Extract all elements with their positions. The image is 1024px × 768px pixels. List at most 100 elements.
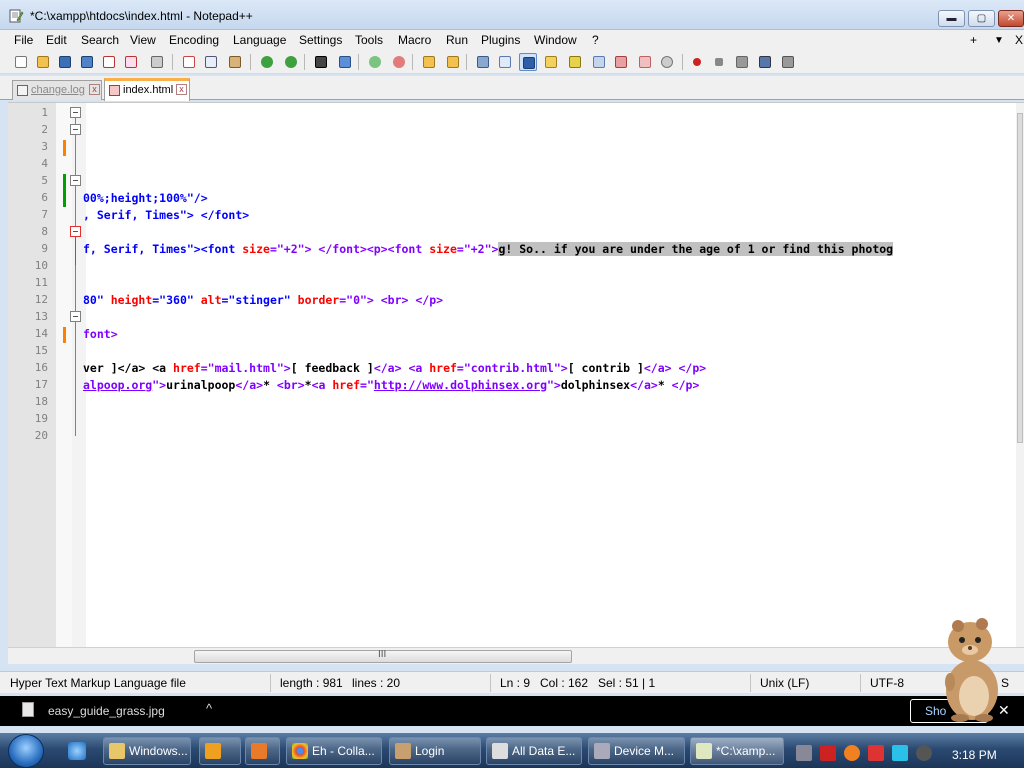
menu-encoding[interactable]: Encoding	[169, 33, 219, 47]
taskbar-button-chrome[interactable]: Eh - Colla...	[286, 737, 382, 765]
new-file-icon[interactable]	[12, 53, 30, 71]
clock[interactable]: 3:18 PM	[952, 748, 997, 762]
sync-vertical-icon[interactable]	[420, 53, 438, 71]
taskbar-button-login[interactable]: Login	[389, 737, 481, 765]
tray-flag-icon[interactable]	[868, 745, 884, 761]
taskbar-label: Eh - Colla...	[312, 744, 375, 758]
line-number: 1	[41, 106, 48, 119]
taskbar-button-all-data[interactable]: All Data E...	[486, 737, 582, 765]
close-all-icon[interactable]	[122, 53, 140, 71]
add-tab-icon[interactable]: +	[970, 33, 977, 47]
tab-change-log[interactable]: change.log x	[12, 80, 102, 100]
tab-list-down-icon[interactable]: ▼	[994, 35, 1004, 46]
menu-tools[interactable]: Tools	[355, 33, 383, 47]
tray-app-icon[interactable]	[796, 745, 812, 761]
replace-icon[interactable]	[336, 53, 354, 71]
menu-search[interactable]: Search	[81, 33, 119, 47]
code-token: ="stinger"	[221, 293, 298, 307]
menu-settings[interactable]: Settings	[299, 33, 342, 47]
indent-guide-icon[interactable]	[519, 53, 537, 71]
stop-macro-icon[interactable]	[710, 53, 728, 71]
tray-search-icon[interactable]	[844, 745, 860, 761]
copy-icon[interactable]	[202, 53, 220, 71]
code-token: border	[297, 293, 340, 307]
internet-explorer-icon[interactable]	[68, 742, 86, 760]
menu-plugins[interactable]: Plugins	[481, 33, 520, 47]
taskbar-button-notepadpp[interactable]: *C:\xamp...	[690, 737, 784, 765]
maximize-button[interactable]: ▢	[968, 10, 995, 27]
zoom-out-icon[interactable]	[390, 53, 408, 71]
play-macro-icon[interactable]	[733, 53, 751, 71]
sync-horizontal-icon[interactable]	[444, 53, 462, 71]
menu-help[interactable]: ?	[592, 33, 599, 47]
taskbar-button-media[interactable]	[199, 737, 241, 765]
vertical-scroll-thumb[interactable]	[1017, 113, 1023, 443]
status-length: length : 981	[280, 676, 343, 690]
fold-toggle-icon[interactable]	[70, 175, 81, 186]
save-icon[interactable]	[56, 53, 74, 71]
minimize-button[interactable]: ▬	[938, 10, 965, 27]
menu-macro[interactable]: Macro	[398, 33, 431, 47]
close-doc-icon[interactable]: X	[1015, 33, 1023, 47]
close-file-icon[interactable]	[100, 53, 118, 71]
taskbar-button-device-manager[interactable]: Device M...	[588, 737, 685, 765]
run-macro-multiple-icon[interactable]	[756, 53, 774, 71]
taskbar-button-windows-explorer[interactable]: Windows...	[103, 737, 191, 765]
close-window-button[interactable]: ✕	[998, 10, 1024, 27]
code-line-16: ver ]</a> <a href="mail.html">[ feedback…	[83, 361, 1019, 375]
taskbar-button-app[interactable]	[245, 737, 280, 765]
menu-edit[interactable]: Edit	[46, 33, 67, 47]
start-button[interactable]	[8, 734, 44, 768]
fold-toggle-icon[interactable]	[70, 226, 81, 237]
status-encoding[interactable]: UTF-8	[870, 676, 904, 690]
menu-file[interactable]: File	[14, 33, 33, 47]
find-icon[interactable]	[312, 53, 330, 71]
function-list-icon[interactable]	[590, 53, 608, 71]
menu-view[interactable]: View	[130, 33, 156, 47]
code-token: href	[429, 361, 457, 375]
chevron-up-icon[interactable]: ^	[206, 701, 212, 716]
save-all-icon[interactable]	[78, 53, 96, 71]
editor-area[interactable]: 1 2 3 4 5 6 7 8 9 10 11 12 13 14 15 16 1…	[8, 102, 1024, 647]
word-wrap-icon[interactable]	[474, 53, 492, 71]
zoom-in-icon[interactable]	[366, 53, 384, 71]
status-eol[interactable]: Unix (LF)	[760, 676, 809, 690]
show-all-chars-icon[interactable]	[496, 53, 514, 71]
fold-toggle-icon[interactable]	[70, 107, 81, 118]
vertical-scrollbar[interactable]	[1016, 103, 1024, 647]
code-token: *	[304, 378, 312, 392]
line-number: 13	[34, 310, 48, 323]
fold-toggle-icon[interactable]	[70, 124, 81, 135]
taskbar: Windows... Eh - Colla... Login All Data …	[0, 733, 1024, 768]
record-macro-icon[interactable]	[688, 53, 706, 71]
change-marker	[63, 140, 66, 156]
user-lang-icon[interactable]	[542, 53, 560, 71]
download-file-name[interactable]: easy_guide_grass.jpg	[48, 704, 165, 718]
tray-network-icon[interactable]	[892, 745, 908, 761]
open-file-icon[interactable]	[34, 53, 52, 71]
fold-toggle-icon[interactable]	[70, 311, 81, 322]
eye-icon[interactable]	[658, 53, 676, 71]
code-token: *	[263, 378, 277, 392]
redo-icon[interactable]	[282, 53, 300, 71]
tray-antivirus-icon[interactable]	[820, 745, 836, 761]
menu-language[interactable]: Language	[233, 33, 286, 47]
tray-volume-icon[interactable]	[916, 745, 932, 761]
menu-run[interactable]: Run	[446, 33, 468, 47]
toolbar-separator	[466, 54, 467, 70]
line-number: 7	[41, 208, 48, 221]
save-macro-icon[interactable]	[779, 53, 797, 71]
tab-close-icon[interactable]: x	[89, 84, 100, 95]
doc-map-icon[interactable]	[566, 53, 584, 71]
print-icon[interactable]	[148, 53, 166, 71]
paste-icon[interactable]	[226, 53, 244, 71]
horizontal-scrollbar[interactable]: III	[8, 647, 1024, 664]
menu-window[interactable]: Window	[534, 33, 577, 47]
tab-close-icon[interactable]: x	[176, 84, 187, 95]
monitoring-icon[interactable]	[636, 53, 654, 71]
folder-workspace-icon[interactable]	[612, 53, 630, 71]
tab-index-html[interactable]: index.html x	[104, 78, 190, 101]
toolbar-separator	[172, 54, 173, 70]
cut-icon[interactable]	[180, 53, 198, 71]
undo-icon[interactable]	[258, 53, 276, 71]
